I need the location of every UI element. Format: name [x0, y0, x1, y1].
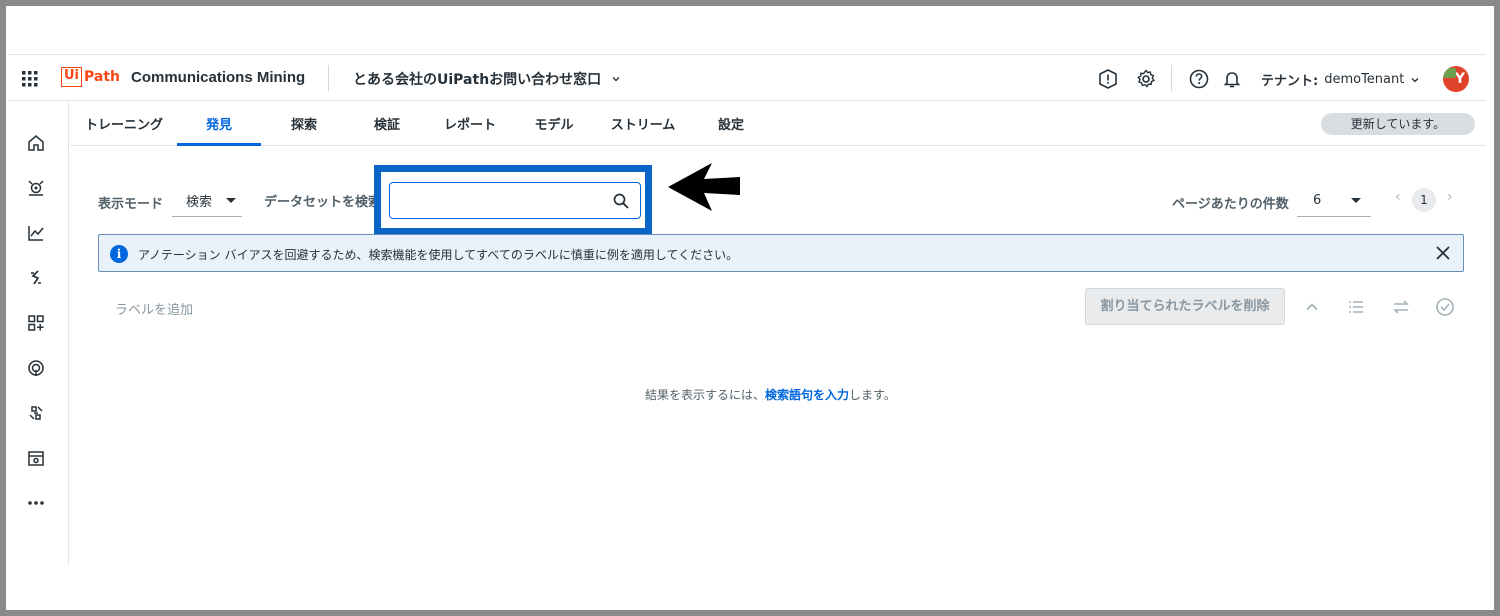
swap-arrows-icon[interactable]: [1391, 297, 1411, 317]
dataset-search-box[interactable]: [389, 182, 641, 219]
settings-gear-icon[interactable]: [1135, 68, 1157, 90]
tab-explore[interactable]: 探索: [279, 114, 329, 146]
info-banner: i アノテーション バイアスを回避するため、検索機能を使用してすべてのラベルに慎…: [98, 234, 1464, 272]
logo-box-text: Ui: [61, 67, 83, 87]
integrations-link-icon[interactable]: [26, 403, 46, 423]
uipath-logo[interactable]: Ui Path: [61, 67, 120, 87]
per-page-value: 6: [1313, 193, 1322, 208]
close-icon[interactable]: [1434, 244, 1452, 262]
dataset-target-icon[interactable]: [26, 178, 46, 198]
search-icon[interactable]: [612, 192, 630, 210]
left-sidebar: [9, 102, 69, 566]
per-page-select[interactable]: 6: [1297, 185, 1371, 217]
tab-validation[interactable]: 検証: [362, 114, 412, 146]
caret-down-icon: [1351, 198, 1361, 203]
broadcast-icon[interactable]: [26, 358, 46, 378]
current-page[interactable]: 1: [1412, 188, 1436, 212]
view-mode-select[interactable]: 検索: [172, 185, 242, 217]
per-page-label: ページあたりの件数: [1172, 197, 1289, 212]
header-divider: [1171, 65, 1172, 91]
help-icon[interactable]: [1188, 68, 1210, 90]
tab-training[interactable]: トレーニング: [84, 114, 164, 146]
project-selector[interactable]: とある会社のUiPathお問い合わせ窓口: [353, 69, 621, 89]
check-circle-icon[interactable]: [1435, 297, 1455, 317]
header-divider: [328, 65, 329, 91]
admin-building-icon[interactable]: [26, 448, 46, 468]
view-mode-label: 表示モード: [98, 197, 164, 212]
view-mode-value: 検索: [186, 195, 213, 210]
streams-icon[interactable]: [26, 268, 46, 288]
project-name: とある会社のUiPathお問い合わせ窓口: [353, 72, 602, 88]
tenant-selector[interactable]: テナント: demoTenant: [1261, 70, 1420, 89]
more-options-icon[interactable]: [26, 493, 46, 513]
annotation-arrow-icon: [668, 163, 740, 211]
tab-reports[interactable]: レポート: [440, 114, 500, 146]
updating-status-badge: 更新しています。: [1321, 113, 1475, 135]
tenant-value: demoTenant: [1324, 72, 1405, 87]
home-icon[interactable]: [26, 133, 46, 153]
empty-state-message: 結果を表示するには、検索語句を入力します。: [645, 386, 896, 403]
remove-assigned-labels-button[interactable]: 割り当てられたラベルを削除: [1085, 288, 1285, 325]
user-avatar[interactable]: Y: [1443, 66, 1469, 92]
app-window: Ui Path Communications Mining とある会社のUiPa…: [9, 54, 1486, 566]
analytics-chart-icon[interactable]: [26, 223, 46, 243]
tab-models[interactable]: モデル: [528, 114, 580, 146]
banner-message: アノテーション バイアスを回避するため、検索機能を使用してすべてのラベルに慎重に…: [138, 248, 739, 262]
add-label-button[interactable]: ラベルを追加: [115, 299, 193, 318]
tenant-label: テナント:: [1261, 74, 1319, 89]
dataset-search-input[interactable]: [398, 189, 598, 213]
dataset-search-label: データセットを検索: [264, 195, 379, 210]
caret-down-icon: [226, 198, 236, 203]
apps-grid-icon[interactable]: [21, 70, 39, 88]
logo-path-text: Path: [84, 69, 121, 85]
top-header: Ui Path Communications Mining とある会社のUiPa…: [9, 55, 1486, 101]
enter-search-term-link[interactable]: 検索語句を入力: [765, 388, 849, 402]
tab-settings[interactable]: 設定: [711, 114, 751, 146]
tab-streams[interactable]: ストリーム: [608, 114, 678, 146]
product-name: Communications Mining: [131, 69, 306, 86]
empty-prefix: 結果を表示するには、: [645, 388, 766, 402]
alert-icon[interactable]: [1097, 68, 1119, 90]
chevron-down-icon: [612, 77, 620, 82]
chevron-down-icon: [1411, 77, 1419, 82]
info-icon: i: [110, 245, 128, 263]
next-page-button[interactable]: ›: [1447, 189, 1453, 205]
apps-add-icon[interactable]: [26, 313, 46, 333]
notification-bell-icon[interactable]: [1221, 68, 1243, 90]
chevron-up-icon[interactable]: [1302, 297, 1322, 317]
tab-discover[interactable]: 発見: [177, 114, 261, 146]
empty-suffix: します。: [849, 388, 896, 402]
prev-page-button[interactable]: ‹: [1395, 189, 1401, 205]
list-view-icon[interactable]: [1346, 297, 1366, 317]
page-tabs: トレーニング 発見 探索 検証 レポート モデル ストリーム 設定 更新していま…: [70, 102, 1486, 146]
